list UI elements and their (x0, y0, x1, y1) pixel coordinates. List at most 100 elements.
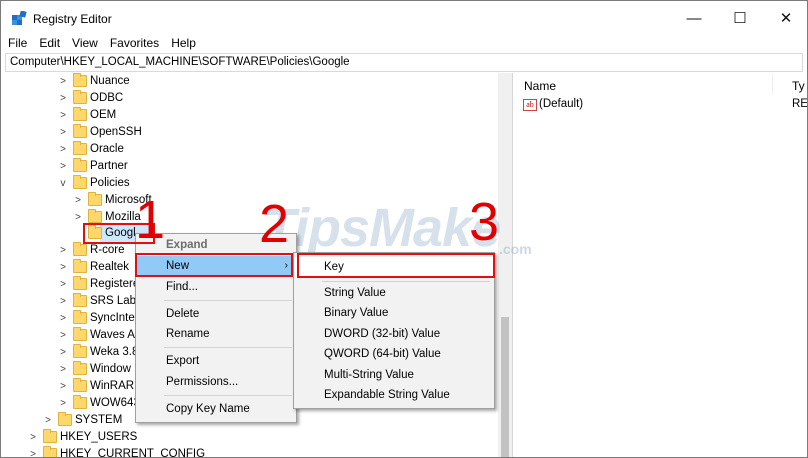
window-title: Registry Editor (33, 12, 112, 26)
menu-item-delete[interactable]: Delete (136, 304, 296, 324)
chevron-right-icon[interactable]: > (58, 344, 68, 361)
tree-scrollbar-thumb[interactable] (501, 317, 509, 457)
folder-icon (88, 209, 102, 223)
submenu-item-string-value[interactable]: String Value (294, 283, 494, 303)
menu-separator (164, 347, 292, 348)
menu-bar: File Edit View Favorites Help (1, 35, 807, 53)
submenu-item-qword-value[interactable]: QWORD (64-bit) Value (294, 344, 494, 364)
chevron-right-icon[interactable]: > (58, 293, 68, 310)
chevron-right-icon[interactable]: > (73, 209, 83, 226)
folder-icon (73, 310, 87, 324)
tree-item-label: SYSTEM (75, 414, 123, 426)
registry-editor-window: Registry Editor — ☐ ✕ File Edit View Fav… (0, 0, 808, 458)
folder-icon (73, 175, 87, 189)
menu-item-export[interactable]: Export (136, 351, 296, 371)
chevron-right-icon[interactable]: > (58, 107, 68, 124)
minimize-button[interactable]: — (671, 1, 717, 35)
folder-icon (73, 124, 87, 138)
tree-item-label: ODBC (90, 92, 124, 104)
registry-editor-app-icon (12, 11, 27, 25)
tree-item-label: SyncInte (90, 312, 135, 324)
menu-separator (164, 300, 292, 301)
watermark-logo: TipsMake (263, 198, 501, 258)
maximize-button[interactable]: ☐ (717, 1, 763, 35)
tree-item-label: OpenSSH (90, 126, 142, 138)
tree-item-label: WinRAR (90, 380, 135, 392)
annotation-step-1: 1 (135, 190, 166, 250)
chevron-right-icon[interactable]: > (58, 276, 68, 293)
chevron-right-icon[interactable]: > (58, 141, 68, 158)
folder-icon (73, 158, 87, 172)
chevron-right-icon[interactable]: > (28, 446, 38, 457)
chevron-right-icon[interactable]: > (58, 310, 68, 327)
tree-item-label: Waves A (90, 329, 135, 341)
chevron-right-icon[interactable]: > (58, 158, 68, 175)
submenu-item-dword-value[interactable]: DWORD (32-bit) Value (294, 324, 494, 344)
annotation-box-key (297, 253, 495, 278)
folder-icon (73, 242, 87, 256)
chevron-right-icon[interactable]: > (73, 192, 83, 209)
maximize-icon: ☐ (733, 10, 747, 27)
folder-icon (88, 192, 102, 206)
menu-item-permissions[interactable]: Permissions... (136, 372, 296, 392)
chevron-right-icon[interactable]: > (58, 361, 68, 378)
tree-item-label: Oracle (90, 143, 124, 155)
menu-item-rename[interactable]: Rename (136, 324, 296, 344)
folder-icon (73, 293, 87, 307)
menu-edit[interactable]: Edit (34, 35, 65, 53)
menu-separator (164, 395, 292, 396)
string-value-icon: ab (523, 99, 537, 111)
tree-item-label: Weka 3.8 (90, 346, 139, 358)
value-type-default: RE (792, 98, 808, 110)
value-name-default[interactable]: (Default) (539, 98, 583, 110)
column-header-name[interactable]: Name (524, 79, 556, 93)
menu-view[interactable]: View (67, 35, 103, 53)
folder-icon (73, 141, 87, 155)
tree-item-label: Partner (90, 160, 128, 172)
tree-item-label: HKEY_CURRENT_CONFIG (60, 448, 206, 458)
menu-favorites[interactable]: Favorites (105, 35, 164, 53)
chevron-right-icon[interactable]: > (58, 124, 68, 141)
chevron-right-icon[interactable]: > (58, 73, 68, 90)
chevron-right-icon[interactable]: > (58, 327, 68, 344)
tree-item-label: SRS Labs (90, 295, 142, 307)
submenu-item-expandable-string-value[interactable]: Expandable String Value (294, 385, 494, 405)
column-divider[interactable] (772, 73, 773, 95)
chevron-right-icon[interactable]: > (58, 90, 68, 107)
tree-item-label: Policies (90, 177, 130, 189)
folder-icon (73, 73, 87, 87)
menu-item-find[interactable]: Find... (136, 277, 296, 297)
chevron-right-icon[interactable]: > (58, 259, 68, 276)
tree-item-label: Realtek (90, 261, 129, 273)
values-pane: Name Ty ab (Default) RE (514, 73, 808, 457)
address-bar[interactable]: Computer\HKEY_LOCAL_MACHINE\SOFTWARE\Pol… (5, 53, 803, 72)
submenu-item-multi-string-value[interactable]: Multi-String Value (294, 365, 494, 385)
annotation-step-3: 3 (469, 192, 500, 252)
folder-icon (73, 276, 87, 290)
tree-item-label: Window (90, 363, 131, 375)
menu-help[interactable]: Help (166, 35, 201, 53)
menu-separator (322, 281, 490, 282)
column-header-type[interactable]: Ty (792, 79, 805, 93)
tree-item-label: OEM (90, 109, 117, 121)
title-bar: Registry Editor — ☐ ✕ (1, 1, 807, 35)
chevron-right-icon[interactable]: > (58, 242, 68, 259)
submenu-item-binary-value[interactable]: Binary Value (294, 303, 494, 323)
close-button[interactable]: ✕ (763, 1, 807, 35)
folder-icon (43, 446, 57, 457)
annotation-step-2: 2 (259, 194, 290, 254)
chevron-right-icon[interactable]: > (28, 429, 38, 446)
folder-icon (73, 90, 87, 104)
chevron-right-icon[interactable]: > (58, 395, 68, 412)
chevron-right-icon[interactable]: > (58, 378, 68, 395)
chevron-down-icon[interactable]: v (58, 175, 68, 192)
folder-icon (58, 412, 72, 426)
tree-item-label: Nuance (90, 75, 130, 87)
tree-item-label: Registere (90, 278, 140, 290)
chevron-right-icon[interactable]: > (43, 412, 53, 429)
menu-file[interactable]: File (3, 35, 32, 53)
folder-icon (73, 378, 87, 392)
menu-item-copy-key-name[interactable]: Copy Key Name (136, 399, 296, 419)
folder-icon (73, 344, 87, 358)
folder-icon (73, 395, 87, 409)
